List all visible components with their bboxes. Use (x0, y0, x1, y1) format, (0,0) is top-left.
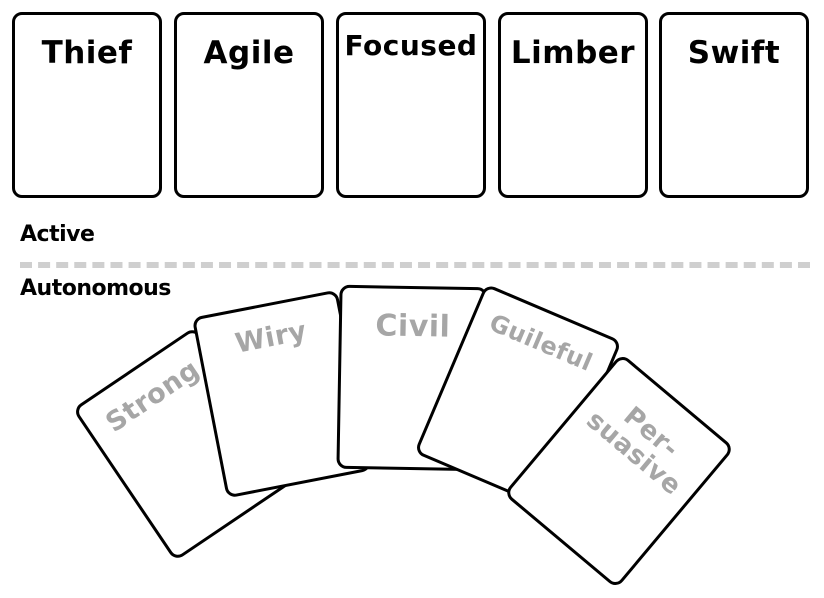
card-title: Wiry (232, 315, 310, 360)
card-title: Focused (344, 29, 478, 62)
card-title: Agile (203, 35, 295, 71)
active-card-agile[interactable]: Agile (174, 12, 324, 198)
active-card-swift[interactable]: Swift (659, 12, 809, 198)
card-title: Limber (510, 35, 636, 71)
card-title: Swift (687, 35, 781, 71)
active-zone-label: Active (20, 222, 95, 247)
active-card-focused[interactable]: Focused (336, 12, 486, 198)
autonomous-zone-label: Autonomous (20, 276, 171, 301)
card-title: Guileful (485, 308, 597, 377)
active-card-thief[interactable]: Thief (12, 12, 162, 198)
active-card-limber[interactable]: Limber (498, 12, 648, 198)
card-title: Thief (41, 35, 133, 71)
zone-divider (20, 262, 810, 268)
card-title: Per- suasive (580, 401, 687, 502)
